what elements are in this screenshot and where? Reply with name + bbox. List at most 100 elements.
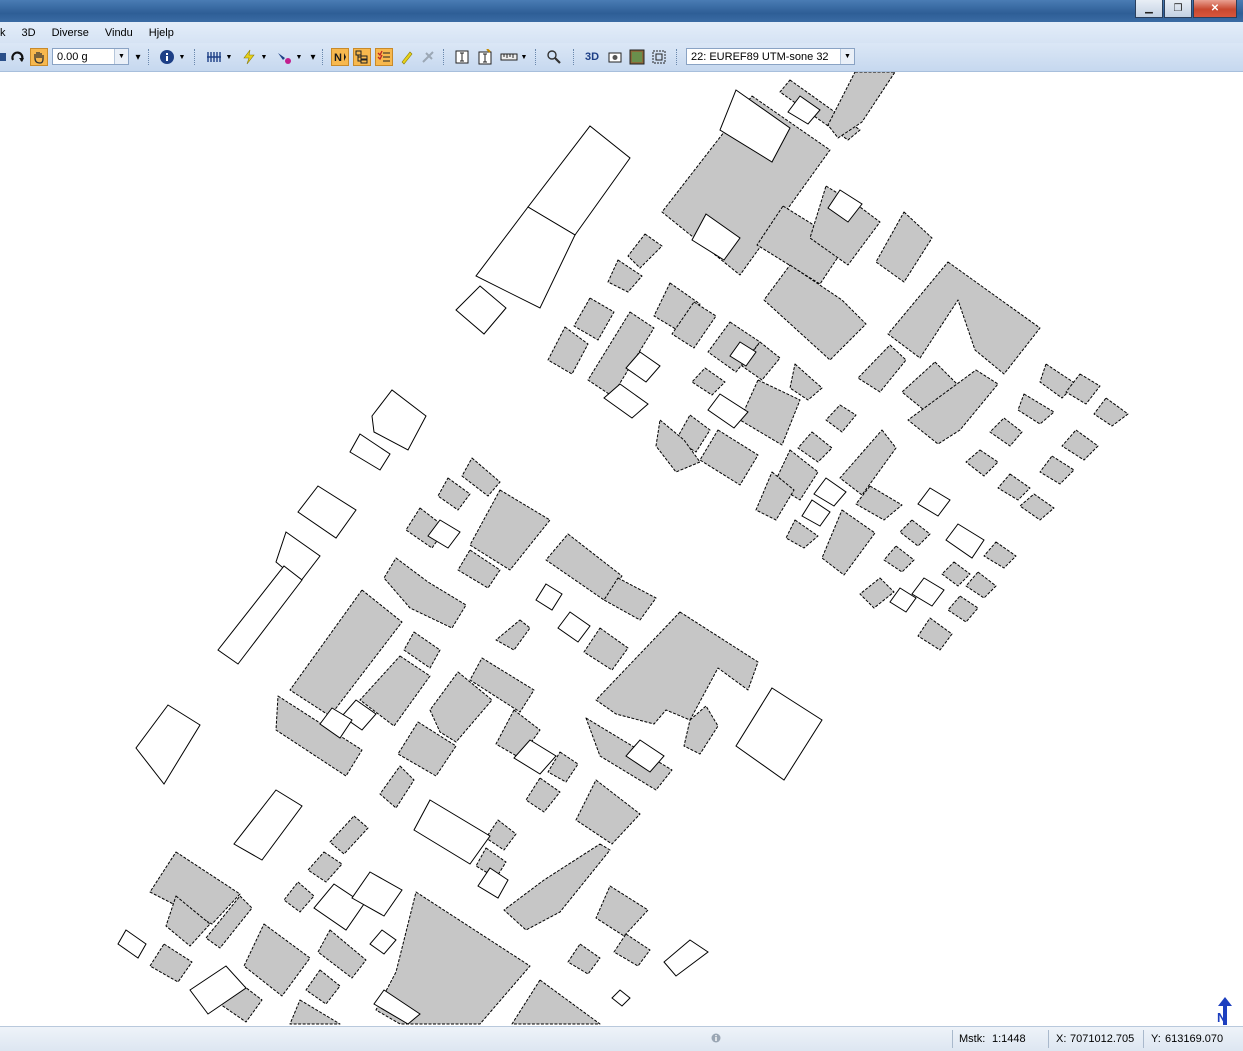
building-outline[interactable]	[233, 789, 303, 861]
cut-off-tool-icon[interactable]	[0, 48, 8, 66]
overflow-chevron-icon[interactable]: ▾	[133, 48, 143, 66]
building-shape[interactable]	[839, 429, 897, 496]
lightning-dropdown-icon[interactable]: ▼	[259, 48, 269, 66]
layers-icon[interactable]	[353, 48, 371, 66]
menu-item-3d[interactable]: 3D	[14, 27, 44, 39]
ruler-icon[interactable]	[499, 48, 519, 66]
building-shape[interactable]	[307, 851, 343, 883]
maximize-button[interactable]: ❐	[1164, 0, 1192, 18]
text-icon[interactable]	[453, 48, 471, 66]
building-outline[interactable]	[455, 285, 507, 335]
building-outline[interactable]	[813, 477, 847, 507]
pan-hand-icon[interactable]	[30, 48, 48, 66]
building-outline[interactable]	[911, 577, 945, 607]
building-shape[interactable]	[1017, 393, 1055, 425]
info-icon[interactable]	[158, 48, 176, 66]
building-shape[interactable]	[437, 477, 471, 511]
building-shape[interactable]	[739, 379, 801, 446]
building-shape[interactable]	[595, 885, 649, 937]
building-shape[interactable]	[305, 969, 341, 1005]
building-shape[interactable]	[875, 211, 933, 283]
building-outline[interactable]	[217, 565, 303, 665]
building-outline[interactable]	[917, 487, 951, 517]
paint-icon[interactable]	[275, 48, 293, 66]
building-shape[interactable]	[595, 611, 759, 725]
building-outline[interactable]	[535, 583, 563, 611]
info-dropdown-icon[interactable]: ▼	[177, 48, 187, 66]
building-outline[interactable]	[349, 433, 391, 471]
building-shape[interactable]	[825, 404, 857, 433]
building-shape[interactable]	[575, 779, 641, 845]
building-outline[interactable]	[297, 485, 357, 539]
building-shape[interactable]	[1061, 429, 1099, 461]
building-shape[interactable]	[887, 261, 1041, 375]
north-arrow-toggle-icon[interactable]: N	[331, 48, 349, 66]
building-shape[interactable]	[627, 233, 663, 269]
building-shape[interactable]	[525, 777, 561, 813]
building-shape[interactable]	[797, 431, 833, 463]
building-outline[interactable]	[663, 939, 709, 977]
paint-dropdown-icon[interactable]: ▼	[294, 48, 304, 66]
building-shape[interactable]	[691, 367, 726, 396]
ruler-dropdown-icon[interactable]: ▼	[519, 48, 529, 66]
building-shape[interactable]	[283, 881, 315, 913]
building-shape[interactable]	[883, 545, 915, 573]
building-shape[interactable]	[947, 595, 979, 623]
building-shape[interactable]	[1039, 455, 1075, 485]
zoom-extent-icon[interactable]	[650, 48, 668, 66]
building-outline[interactable]	[611, 989, 631, 1007]
3d-icon[interactable]: 3D	[583, 48, 601, 66]
building-outline[interactable]	[707, 393, 749, 429]
camera-icon[interactable]	[606, 48, 624, 66]
building-shape[interactable]	[379, 765, 415, 809]
list-icon[interactable]	[375, 48, 393, 66]
building-shape[interactable]	[699, 429, 759, 486]
building-shape[interactable]	[965, 449, 999, 477]
highlight-icon[interactable]	[398, 48, 416, 66]
building-shape[interactable]	[1093, 397, 1129, 427]
building-shape[interactable]	[511, 979, 601, 1025]
building-shape[interactable]	[485, 819, 517, 851]
scale-value[interactable]: 1:1448	[992, 1033, 1026, 1045]
building-outline[interactable]	[117, 929, 147, 959]
building-shape[interactable]	[495, 619, 531, 651]
chevron-down-icon[interactable]: ▼	[840, 49, 854, 64]
building-shape[interactable]	[613, 933, 651, 967]
building-outline[interactable]	[413, 799, 491, 865]
building-shape[interactable]	[1065, 373, 1101, 405]
building-shape[interactable]	[547, 326, 589, 375]
building-shape[interactable]	[827, 72, 896, 139]
chevron-down-icon[interactable]: ▼	[114, 49, 128, 64]
building-shape[interactable]	[573, 297, 615, 341]
grid-dropdown-icon[interactable]: ▼	[224, 48, 234, 66]
building-shape[interactable]	[857, 344, 907, 393]
menu-item-vindu[interactable]: Vindu	[97, 27, 141, 39]
grid-icon[interactable]	[205, 48, 223, 66]
building-outline[interactable]	[735, 687, 823, 781]
menu-item-truncated[interactable]: k	[0, 27, 14, 39]
building-outline[interactable]	[369, 929, 397, 955]
orientation-input[interactable]: 0.00 g ▼	[52, 48, 129, 65]
building-shape[interactable]	[1019, 493, 1055, 521]
building-shape[interactable]	[461, 457, 501, 497]
map-drawing[interactable]	[0, 72, 1243, 1026]
building-outline[interactable]	[801, 499, 831, 527]
menu-item-diverse[interactable]: Diverse	[44, 27, 97, 39]
building-outline[interactable]	[557, 611, 591, 643]
building-shape[interactable]	[329, 815, 369, 855]
building-shape[interactable]	[149, 943, 193, 983]
building-outline[interactable]	[477, 867, 509, 899]
map-canvas[interactable]: N	[0, 72, 1243, 1026]
building-shape[interactable]	[289, 999, 341, 1025]
building-outline[interactable]	[371, 389, 427, 451]
image-icon[interactable]	[628, 48, 646, 66]
close-button[interactable]: ✕	[1193, 0, 1237, 18]
building-outline[interactable]	[945, 523, 985, 559]
building-shape[interactable]	[243, 923, 311, 997]
building-shape[interactable]	[821, 509, 876, 576]
building-shape[interactable]	[317, 929, 367, 979]
minimize-button[interactable]: ▁	[1135, 0, 1163, 18]
rotate-icon[interactable]	[9, 48, 27, 66]
coordinate-system-select[interactable]: 22: EUREF89 UTM-sone 32 ▼	[686, 48, 855, 65]
building-shape[interactable]	[503, 843, 611, 931]
